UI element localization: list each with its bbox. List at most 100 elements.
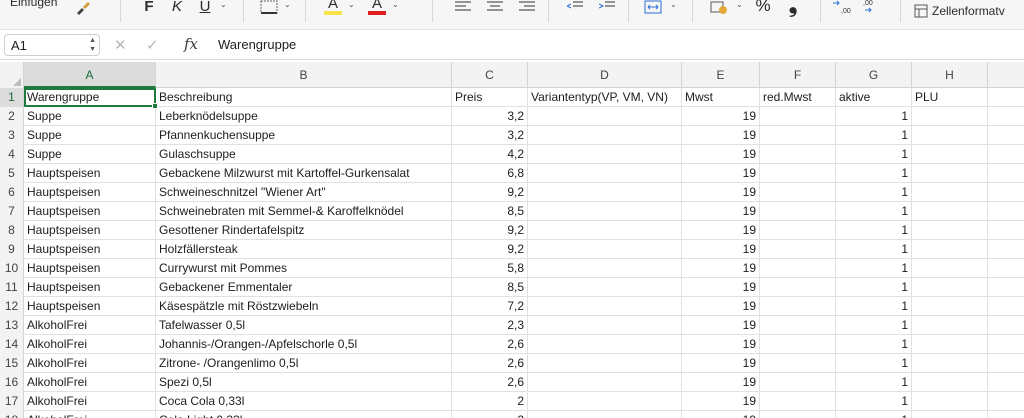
cell-f5[interactable] bbox=[760, 164, 836, 183]
column-header-a[interactable]: A bbox=[24, 62, 156, 88]
cell-f11[interactable] bbox=[760, 278, 836, 297]
cell-i12[interactable] bbox=[988, 297, 1024, 316]
cell-e12[interactable]: 19 bbox=[682, 297, 760, 316]
cell-f3[interactable] bbox=[760, 126, 836, 145]
column-header-b[interactable]: B bbox=[156, 62, 452, 88]
cell-d17[interactable] bbox=[528, 392, 682, 411]
cell-b5[interactable]: Gebackene Milzwurst mit Kartoffel-Gurken… bbox=[156, 164, 452, 183]
cell-f7[interactable] bbox=[760, 202, 836, 221]
cell-h5[interactable] bbox=[912, 164, 988, 183]
cell-a7[interactable]: Hauptspeisen bbox=[24, 202, 156, 221]
cell-a11[interactable]: Hauptspeisen bbox=[24, 278, 156, 297]
row-header[interactable]: 1 bbox=[0, 88, 24, 107]
cell-i6[interactable] bbox=[988, 183, 1024, 202]
cell-c6[interactable]: 9,2 bbox=[452, 183, 528, 202]
cell-b16[interactable]: Spezi 0,5l bbox=[156, 373, 452, 392]
number-format-icon[interactable] bbox=[708, 0, 730, 16]
cell-h18[interactable] bbox=[912, 411, 988, 418]
cell-f2[interactable] bbox=[760, 107, 836, 126]
cell-h17[interactable] bbox=[912, 392, 988, 411]
font-color-button[interactable]: A bbox=[366, 0, 388, 16]
cell-a13[interactable]: AlkoholFrei bbox=[24, 316, 156, 335]
row-header[interactable]: 16 bbox=[0, 373, 24, 392]
column-header-e[interactable]: E bbox=[682, 62, 760, 88]
cell-e4[interactable]: 19 bbox=[682, 145, 760, 164]
number-format-dropdown-icon[interactable]: ⌄ bbox=[736, 0, 743, 9]
cell-f9[interactable] bbox=[760, 240, 836, 259]
cell-d14[interactable] bbox=[528, 335, 682, 354]
cell-e1[interactable]: Mwst bbox=[682, 88, 760, 107]
italic-button[interactable]: K bbox=[168, 0, 186, 16]
cell-c9[interactable]: 9,2 bbox=[452, 240, 528, 259]
cell-f13[interactable] bbox=[760, 316, 836, 335]
cell-f6[interactable] bbox=[760, 183, 836, 202]
cell-f14[interactable] bbox=[760, 335, 836, 354]
cell-g7[interactable]: 1 bbox=[836, 202, 912, 221]
cell-f16[interactable] bbox=[760, 373, 836, 392]
cell-e18[interactable]: 19 bbox=[682, 411, 760, 418]
cell-i14[interactable] bbox=[988, 335, 1024, 354]
cell-c17[interactable]: 2 bbox=[452, 392, 528, 411]
cell-d7[interactable] bbox=[528, 202, 682, 221]
cell-d11[interactable] bbox=[528, 278, 682, 297]
cell-d8[interactable] bbox=[528, 221, 682, 240]
cell-f4[interactable] bbox=[760, 145, 836, 164]
cell-b9[interactable]: Holzfällersteak bbox=[156, 240, 452, 259]
formula-input[interactable]: Warengruppe bbox=[218, 37, 296, 52]
row-header[interactable]: 14 bbox=[0, 335, 24, 354]
row-header[interactable]: 18 bbox=[0, 411, 24, 418]
underline-dropdown-icon[interactable]: ⌄ bbox=[220, 0, 227, 9]
cell-d18[interactable] bbox=[528, 411, 682, 418]
cell-a16[interactable]: AlkoholFrei bbox=[24, 373, 156, 392]
cell-e3[interactable]: 19 bbox=[682, 126, 760, 145]
cell-a14[interactable]: AlkoholFrei bbox=[24, 335, 156, 354]
cell-b18[interactable]: Cola Light 0,33l bbox=[156, 411, 452, 418]
fx-icon[interactable]: fx bbox=[184, 35, 198, 53]
borders-icon[interactable] bbox=[258, 0, 280, 16]
cell-g8[interactable]: 1 bbox=[836, 221, 912, 240]
row-header[interactable]: 8 bbox=[0, 221, 24, 240]
merge-cells-icon[interactable] bbox=[642, 0, 664, 16]
column-header-h[interactable]: H bbox=[912, 62, 988, 88]
cell-i15[interactable] bbox=[988, 354, 1024, 373]
cell-b4[interactable]: Gulaschsuppe bbox=[156, 145, 452, 164]
cell-a3[interactable]: Suppe bbox=[24, 126, 156, 145]
cell-format-button[interactable]: Zellenformatv bbox=[914, 2, 1024, 20]
row-header[interactable]: 7 bbox=[0, 202, 24, 221]
row-header[interactable]: 9 bbox=[0, 240, 24, 259]
cell-b8[interactable]: Gesottener Rindertafelspitz bbox=[156, 221, 452, 240]
cell-e17[interactable]: 19 bbox=[682, 392, 760, 411]
row-header[interactable]: 6 bbox=[0, 183, 24, 202]
cell-i18[interactable] bbox=[988, 411, 1024, 418]
cell-e15[interactable]: 19 bbox=[682, 354, 760, 373]
cell-g2[interactable]: 1 bbox=[836, 107, 912, 126]
cell-i16[interactable] bbox=[988, 373, 1024, 392]
cell-g16[interactable]: 1 bbox=[836, 373, 912, 392]
format-painter-icon[interactable] bbox=[72, 0, 94, 20]
cell-c11[interactable]: 8,5 bbox=[452, 278, 528, 297]
cell-c18[interactable]: 2 bbox=[452, 411, 528, 418]
cell-g15[interactable]: 1 bbox=[836, 354, 912, 373]
percent-button[interactable]: % bbox=[752, 0, 774, 16]
decrease-decimal-icon[interactable]: ,00 bbox=[860, 0, 884, 16]
cell-a1[interactable]: Warengruppe bbox=[24, 88, 156, 107]
cell-f8[interactable] bbox=[760, 221, 836, 240]
cell-e6[interactable]: 19 bbox=[682, 183, 760, 202]
cell-a8[interactable]: Hauptspeisen bbox=[24, 221, 156, 240]
cell-e7[interactable]: 19 bbox=[682, 202, 760, 221]
cell-g6[interactable]: 1 bbox=[836, 183, 912, 202]
cell-g5[interactable]: 1 bbox=[836, 164, 912, 183]
cell-b11[interactable]: Gebackener Emmentaler bbox=[156, 278, 452, 297]
cell-f12[interactable] bbox=[760, 297, 836, 316]
column-header-g[interactable]: G bbox=[836, 62, 912, 88]
cell-d3[interactable] bbox=[528, 126, 682, 145]
cell-i8[interactable] bbox=[988, 221, 1024, 240]
cell-i9[interactable] bbox=[988, 240, 1024, 259]
cell-d10[interactable] bbox=[528, 259, 682, 278]
cell-b17[interactable]: Coca Cola 0,33l bbox=[156, 392, 452, 411]
cell-h9[interactable] bbox=[912, 240, 988, 259]
fill-handle[interactable] bbox=[152, 103, 158, 109]
cell-a2[interactable]: Suppe bbox=[24, 107, 156, 126]
cell-a18[interactable]: AlkoholFrei bbox=[24, 411, 156, 418]
cell-i2[interactable] bbox=[988, 107, 1024, 126]
